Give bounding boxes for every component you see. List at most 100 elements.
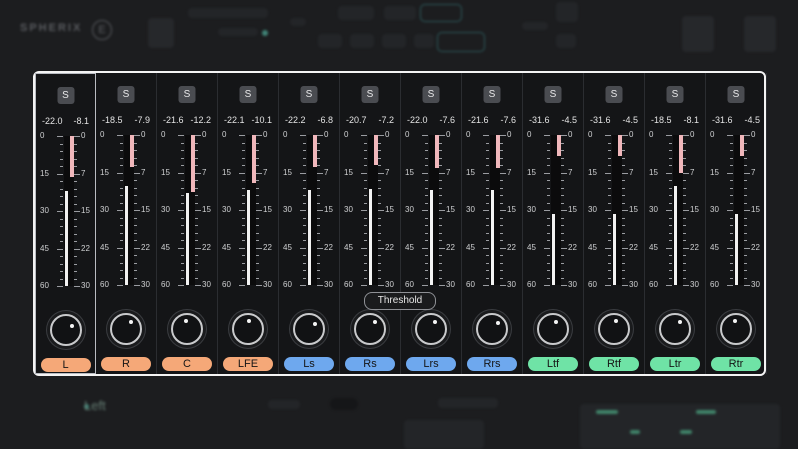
channel-strip-rs[interactable]: S -20.7 -7.2 0 15 30 45 60 0 7 15 22 30 Rs bbox=[340, 73, 401, 374]
level-tick bbox=[239, 285, 245, 286]
channel-label-rtr[interactable]: Rtr bbox=[711, 357, 761, 371]
channel-label-c[interactable]: C bbox=[162, 357, 212, 371]
channel-strip-rrs[interactable]: S -21.6 -7.6 0 15 30 45 60 0 7 15 22 30 Rrs bbox=[462, 73, 523, 374]
channel-strip-rtf[interactable]: S -31.6 -4.5 0 15 30 45 60 0 7 15 22 30 Rtf bbox=[584, 73, 645, 374]
threshold-knob[interactable] bbox=[598, 313, 630, 345]
channel-label-ltr[interactable]: Ltr bbox=[650, 357, 700, 371]
level-tick bbox=[120, 277, 123, 279]
level-tick bbox=[608, 277, 611, 279]
solo-button[interactable]: S bbox=[666, 86, 684, 103]
solo-button[interactable]: S bbox=[300, 86, 318, 103]
channel-label-rtf[interactable]: Rtf bbox=[589, 357, 639, 371]
reduction-tick bbox=[74, 286, 80, 287]
level-tick bbox=[364, 262, 367, 264]
reduction-tick bbox=[500, 157, 503, 159]
solo-button[interactable]: S bbox=[544, 86, 562, 103]
bg-field-4 bbox=[522, 22, 548, 30]
threshold-knob[interactable] bbox=[293, 313, 325, 345]
solo-button[interactable]: S bbox=[422, 86, 440, 103]
reduction-tick bbox=[500, 262, 503, 264]
threshold-knob[interactable] bbox=[659, 313, 691, 345]
threshold-knob[interactable] bbox=[720, 313, 752, 345]
reduction-scale-label: 0 bbox=[263, 130, 268, 139]
level-tick bbox=[425, 202, 428, 204]
level-scale-label: 30 bbox=[466, 205, 475, 214]
reduction-scale-label: 15 bbox=[690, 205, 699, 214]
channel-label-lrs[interactable]: Lrs bbox=[406, 357, 456, 371]
level-tick bbox=[425, 165, 428, 166]
threshold-knob[interactable] bbox=[415, 313, 447, 345]
level-tick bbox=[669, 157, 672, 159]
level-scale-label: 0 bbox=[100, 130, 105, 139]
threshold-knob[interactable] bbox=[232, 313, 264, 345]
solo-button[interactable]: S bbox=[605, 86, 623, 103]
level-tick bbox=[486, 255, 489, 256]
reduction-tick bbox=[683, 150, 686, 151]
level-tick bbox=[486, 150, 489, 151]
level-tick bbox=[544, 135, 550, 136]
reduction-scale-label: 0 bbox=[385, 130, 390, 139]
level-tick bbox=[60, 226, 63, 227]
solo-button[interactable]: S bbox=[483, 86, 501, 103]
level-tick bbox=[730, 187, 733, 189]
reduction-tick bbox=[622, 187, 625, 189]
channel-strip-c[interactable]: S -21.6 -12.2 0 15 30 45 60 0 7 15 22 30 C bbox=[157, 73, 218, 374]
reduction-scale-label: 7 bbox=[629, 167, 634, 177]
channel-strip-lrs[interactable]: S -22.0 -7.6 0 15 30 45 60 0 7 15 22 30 Lrs bbox=[401, 73, 462, 374]
channel-strip-r[interactable]: S -18.5 -7.9 0 15 30 45 60 0 7 15 22 30 R bbox=[96, 73, 157, 374]
channel-label-ltf[interactable]: Ltf bbox=[528, 357, 578, 371]
channel-label-r[interactable]: R bbox=[101, 357, 151, 371]
level-tick bbox=[422, 210, 428, 211]
channel-strip-l[interactable]: S -22.0 -8.1 0 15 30 45 60 0 7 15 22 30 L bbox=[35, 73, 96, 374]
solo-button[interactable]: S bbox=[178, 86, 196, 103]
reduction-tick bbox=[256, 277, 259, 279]
reduction-tick bbox=[256, 210, 262, 211]
reduction-tick bbox=[256, 217, 259, 219]
threshold-knob[interactable] bbox=[354, 313, 386, 345]
channel-strip-ltf[interactable]: S -31.6 -4.5 0 15 30 45 60 0 7 15 22 30 Ltf bbox=[523, 73, 584, 374]
reduction-scale-label: 7 bbox=[81, 168, 86, 178]
reduction-tick bbox=[74, 218, 77, 220]
level-tick bbox=[727, 247, 733, 249]
reduction-tick bbox=[378, 232, 381, 234]
level-tick bbox=[60, 196, 63, 197]
channel-label-rrs[interactable]: Rrs bbox=[467, 357, 517, 371]
bg-knob-3 bbox=[744, 16, 776, 52]
reduction-scale-label: 0 bbox=[751, 130, 756, 139]
channel-strip-rtr[interactable]: S -31.6 -4.5 0 15 30 45 60 0 7 15 22 30 Rtr bbox=[706, 73, 767, 374]
reduction-scale-label: 22 bbox=[629, 242, 638, 252]
solo-button[interactable]: S bbox=[57, 87, 74, 104]
channel-label-rs[interactable]: Rs bbox=[345, 357, 395, 371]
bg-btn-3 bbox=[420, 4, 462, 22]
solo-button[interactable]: S bbox=[361, 86, 379, 103]
reduction-tick bbox=[744, 232, 747, 234]
level-tick bbox=[422, 285, 428, 286]
solo-button[interactable]: S bbox=[117, 86, 135, 103]
level-tick bbox=[547, 270, 550, 271]
threshold-knob[interactable] bbox=[171, 313, 203, 345]
level-tick bbox=[666, 135, 672, 136]
reduction-tick bbox=[317, 157, 320, 159]
threshold-knob[interactable] bbox=[476, 313, 508, 345]
threshold-knob[interactable] bbox=[49, 314, 82, 346]
reduction-scale-label: 15 bbox=[751, 205, 760, 214]
channel-label-l[interactable]: L bbox=[40, 358, 91, 372]
level-tick bbox=[181, 277, 184, 279]
reduction-tick bbox=[134, 210, 140, 211]
solo-button[interactable]: S bbox=[239, 86, 257, 103]
threshold-knob[interactable] bbox=[537, 313, 569, 345]
brand-logo: SPHERIX bbox=[20, 22, 83, 34]
channel-strip-ltr[interactable]: S -18.5 -8.1 0 15 30 45 60 0 7 15 22 30 Ltr bbox=[645, 73, 706, 374]
reduction-tick bbox=[744, 150, 747, 151]
channel-label-ls[interactable]: Ls bbox=[284, 357, 334, 371]
solo-button[interactable]: S bbox=[727, 86, 745, 103]
channel-strip-lfe[interactable]: S -22.1 -10.1 0 15 30 45 60 0 7 15 22 30 LFE bbox=[218, 73, 279, 374]
reduction-tick bbox=[378, 270, 381, 271]
bg-blip-3 bbox=[630, 430, 640, 434]
level-tick bbox=[60, 158, 63, 160]
reduction-scale-label: 15 bbox=[202, 205, 211, 214]
level-tick bbox=[181, 240, 184, 241]
threshold-knob[interactable] bbox=[110, 313, 142, 345]
channel-strip-ls[interactable]: S -22.2 -6.8 0 15 30 45 60 0 7 15 22 30 Ls bbox=[279, 73, 340, 374]
channel-label-lfe[interactable]: LFE bbox=[223, 357, 273, 371]
